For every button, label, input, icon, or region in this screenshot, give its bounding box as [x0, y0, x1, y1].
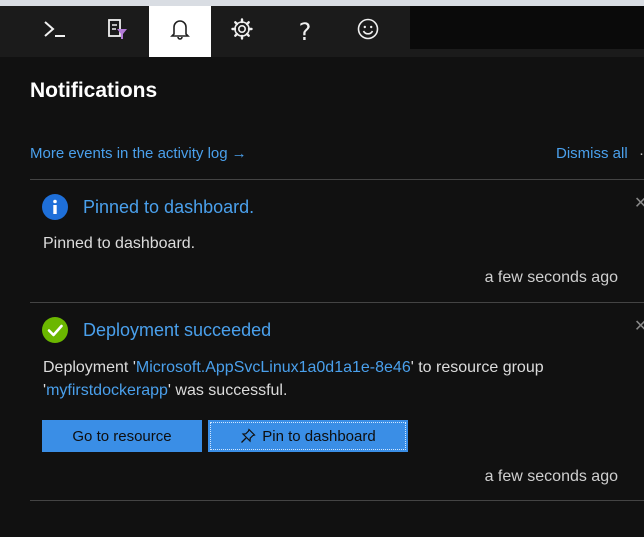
question-icon: ?: [298, 17, 312, 46]
pin-icon: [240, 428, 256, 444]
notification-body: Pinned to dashboard.: [43, 235, 196, 252]
body-text: Deployment ': [43, 359, 136, 376]
notification-timestamp: a few seconds ago: [484, 468, 618, 485]
cloud-shell-button[interactable]: [24, 6, 86, 57]
close-icon[interactable]: ✕: [634, 316, 644, 336]
activity-log-link-label: More events in the activity log: [30, 145, 228, 162]
divider: [30, 500, 644, 501]
bell-icon: [169, 17, 191, 46]
notification-body: Deployment 'Microsoft.AppSvcLinux1a0d1a1…: [43, 356, 623, 402]
deployment-link[interactable]: Microsoft.AppSvcLinux1a0d1a1e-8e46: [136, 359, 411, 376]
divider: [30, 179, 644, 180]
notification-title: Pinned to dashboard.: [83, 197, 255, 217]
toolbar-account-area: [410, 6, 644, 49]
info-icon: [42, 194, 68, 220]
notification-timestamp: a few seconds ago: [484, 269, 618, 286]
overflow-dot: ·: [639, 145, 644, 162]
pin-to-dashboard-label: Pin to dashboard: [262, 427, 376, 445]
panel-title: Notifications: [30, 79, 158, 102]
arrow-right-icon: →: [231, 145, 247, 162]
feedback-button[interactable]: [337, 6, 399, 57]
directory-filter-button[interactable]: [86, 6, 148, 57]
resource-group-link[interactable]: myfirstdockerapp: [46, 382, 168, 399]
body-text: ' to resource group: [410, 359, 544, 376]
body-text: ' was successful.: [167, 382, 288, 399]
help-button[interactable]: ?: [274, 6, 336, 57]
go-to-resource-label: Go to resource: [72, 427, 172, 445]
smiley-icon: [356, 17, 380, 46]
checkmark-icon: [42, 317, 68, 343]
top-toolbar: ?: [0, 6, 644, 57]
pin-to-dashboard-button[interactable]: Pin to dashboard: [208, 420, 408, 452]
settings-button[interactable]: [211, 6, 273, 57]
activity-log-link[interactable]: More events in the activity log →: [30, 145, 247, 162]
close-icon[interactable]: ✕: [634, 193, 644, 213]
divider: [30, 302, 644, 303]
notification-title: Deployment succeeded: [83, 320, 272, 340]
go-to-resource-button[interactable]: Go to resource: [42, 420, 202, 452]
terminal-icon: [42, 18, 68, 45]
gear-icon: [230, 17, 254, 46]
notifications-button[interactable]: [149, 6, 211, 57]
directory-filter-icon: [105, 17, 129, 46]
dismiss-all-link[interactable]: Dismiss all: [556, 145, 628, 162]
